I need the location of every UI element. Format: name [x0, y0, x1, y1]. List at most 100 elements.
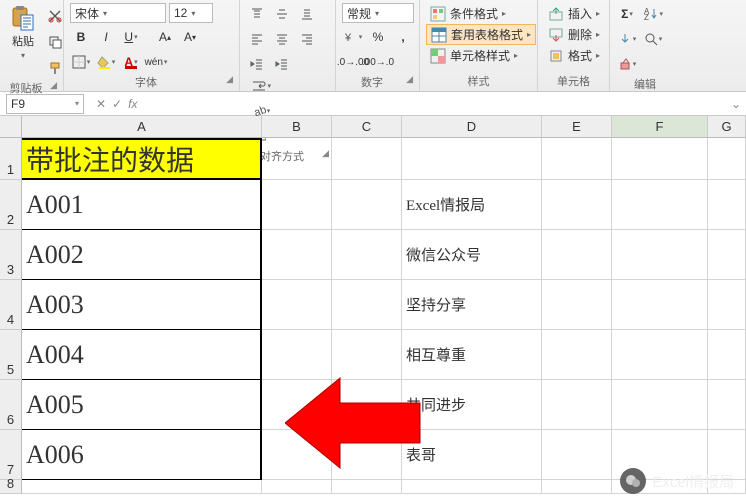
cell-E5[interactable] — [542, 330, 612, 380]
col-head-G[interactable]: G — [708, 116, 746, 138]
col-head-E[interactable]: E — [542, 116, 612, 138]
cell-F6[interactable] — [612, 380, 708, 430]
worksheet-grid[interactable]: ABCDEFG 12345678 带批注的数据A001Excel情报局A002微… — [0, 116, 746, 504]
cell-C2[interactable] — [332, 180, 402, 230]
font-family-combo[interactable]: 宋体▾ — [70, 3, 166, 23]
percent-button[interactable]: % — [367, 26, 389, 48]
col-head-F[interactable]: F — [612, 116, 708, 138]
cell-styles-button[interactable]: 单元格样式▸ — [426, 45, 522, 66]
cell-D8[interactable] — [402, 480, 542, 494]
row-head-5[interactable]: 5 — [0, 330, 22, 380]
cell-G6[interactable] — [708, 380, 746, 430]
cell-G5[interactable] — [708, 330, 746, 380]
col-head-C[interactable]: C — [332, 116, 402, 138]
autosum-button[interactable]: Σ▾ — [616, 3, 638, 25]
cell-B3[interactable] — [262, 230, 332, 280]
cut-button[interactable] — [44, 5, 66, 27]
cell-F3[interactable] — [612, 230, 708, 280]
col-head-B[interactable]: B — [262, 116, 332, 138]
format-as-table-button[interactable]: 套用表格格式▸ — [426, 24, 536, 45]
cell-A6[interactable]: A005 — [22, 380, 262, 430]
cell-G4[interactable] — [708, 280, 746, 330]
cell-B6[interactable] — [262, 380, 332, 430]
cell-D6[interactable]: 共同进步 — [402, 380, 542, 430]
cell-E4[interactable] — [542, 280, 612, 330]
cell-A3[interactable]: A002 — [22, 230, 262, 280]
cell-C5[interactable] — [332, 330, 402, 380]
clipboard-dialog-launcher[interactable]: ◢ — [50, 80, 57, 91]
cell-F1[interactable] — [612, 138, 708, 180]
conditional-format-button[interactable]: 条件格式▸ — [426, 3, 510, 24]
font-color-button[interactable]: A▾ — [120, 51, 142, 73]
cell-G3[interactable] — [708, 230, 746, 280]
copy-button[interactable] — [44, 31, 66, 53]
format-cells-button[interactable]: 格式▸ — [544, 45, 604, 66]
clear-button[interactable]: ▾ — [616, 53, 638, 75]
find-select-button[interactable]: ▾ — [642, 28, 664, 50]
number-dialog-launcher[interactable]: ◢ — [406, 74, 413, 85]
row-head-2[interactable]: 2 — [0, 180, 22, 230]
delete-cells-button[interactable]: 删除▸ — [544, 24, 604, 45]
cell-D4[interactable]: 坚持分享 — [402, 280, 542, 330]
phonetic-button[interactable]: wén▾ — [145, 51, 167, 73]
align-left-button[interactable] — [246, 28, 268, 50]
cell-A7[interactable]: A006 — [22, 430, 262, 480]
paste-button[interactable]: 粘贴 ▾ — [6, 3, 40, 62]
cell-C1[interactable] — [332, 138, 402, 180]
bold-button[interactable]: B — [70, 26, 92, 48]
cell-C8[interactable] — [332, 480, 402, 494]
cell-A4[interactable]: A003 — [22, 280, 262, 330]
cell-B8[interactable] — [262, 480, 332, 494]
cell-D5[interactable]: 相互尊重 — [402, 330, 542, 380]
cell-A8[interactable] — [22, 480, 262, 494]
comma-button[interactable]: , — [392, 26, 414, 48]
cell-E2[interactable] — [542, 180, 612, 230]
cell-A2[interactable]: A001 — [22, 180, 262, 230]
cell-B7[interactable] — [262, 430, 332, 480]
cell-C6[interactable] — [332, 380, 402, 430]
increase-indent-button[interactable] — [271, 53, 293, 75]
cell-A5[interactable]: A004 — [22, 330, 262, 380]
shrink-font-button[interactable]: A▾ — [179, 26, 201, 48]
cell-F5[interactable] — [612, 330, 708, 380]
expand-formula-bar[interactable]: ⌄ — [726, 97, 746, 111]
align-right-button[interactable] — [296, 28, 318, 50]
cell-A1[interactable]: 带批注的数据 — [22, 138, 262, 180]
cell-E7[interactable] — [542, 430, 612, 480]
row-head-3[interactable]: 3 — [0, 230, 22, 280]
name-box[interactable]: F9▾ — [6, 94, 84, 114]
accounting-format-button[interactable]: ¥▾ — [342, 26, 364, 48]
wrap-text-button[interactable]: ▾ — [250, 75, 272, 97]
cell-F4[interactable] — [612, 280, 708, 330]
enter-button[interactable]: ✓ — [112, 97, 122, 111]
cell-D3[interactable]: 微信公众号 — [402, 230, 542, 280]
cell-C7[interactable] — [332, 430, 402, 480]
align-middle-button[interactable] — [271, 3, 293, 25]
cell-C3[interactable] — [332, 230, 402, 280]
col-head-A[interactable]: A — [22, 116, 262, 138]
fill-color-button[interactable]: ▾ — [95, 51, 117, 73]
cell-B2[interactable] — [262, 180, 332, 230]
row-head-8[interactable]: 8 — [0, 480, 22, 494]
formula-input[interactable] — [143, 94, 726, 114]
align-top-button[interactable] — [246, 3, 268, 25]
cell-B4[interactable] — [262, 280, 332, 330]
underline-button[interactable]: U▾ — [120, 26, 142, 48]
cell-D2[interactable]: Excel情报局 — [402, 180, 542, 230]
font-dialog-launcher[interactable]: ◢ — [226, 74, 233, 85]
grow-font-button[interactable]: A▴ — [154, 26, 176, 48]
increase-decimal-button[interactable]: .0→.00 — [342, 51, 364, 73]
number-format-combo[interactable]: 常规▾ — [342, 3, 414, 23]
row-head-7[interactable]: 7 — [0, 430, 22, 480]
format-painter-button[interactable] — [44, 57, 66, 79]
cancel-button[interactable]: ✕ — [96, 97, 106, 111]
cell-D7[interactable]: 表哥 — [402, 430, 542, 480]
cell-E1[interactable] — [542, 138, 612, 180]
cell-B1[interactable] — [262, 138, 332, 180]
cell-G2[interactable] — [708, 180, 746, 230]
cell-C4[interactable] — [332, 280, 402, 330]
col-head-D[interactable]: D — [402, 116, 542, 138]
borders-button[interactable]: ▾ — [70, 51, 92, 73]
cell-area[interactable]: 带批注的数据A001 Excel情报局 A002 微信公众号 A003 坚持分享 A004 相… — [22, 138, 746, 494]
fill-button[interactable]: ▾ — [616, 28, 638, 50]
